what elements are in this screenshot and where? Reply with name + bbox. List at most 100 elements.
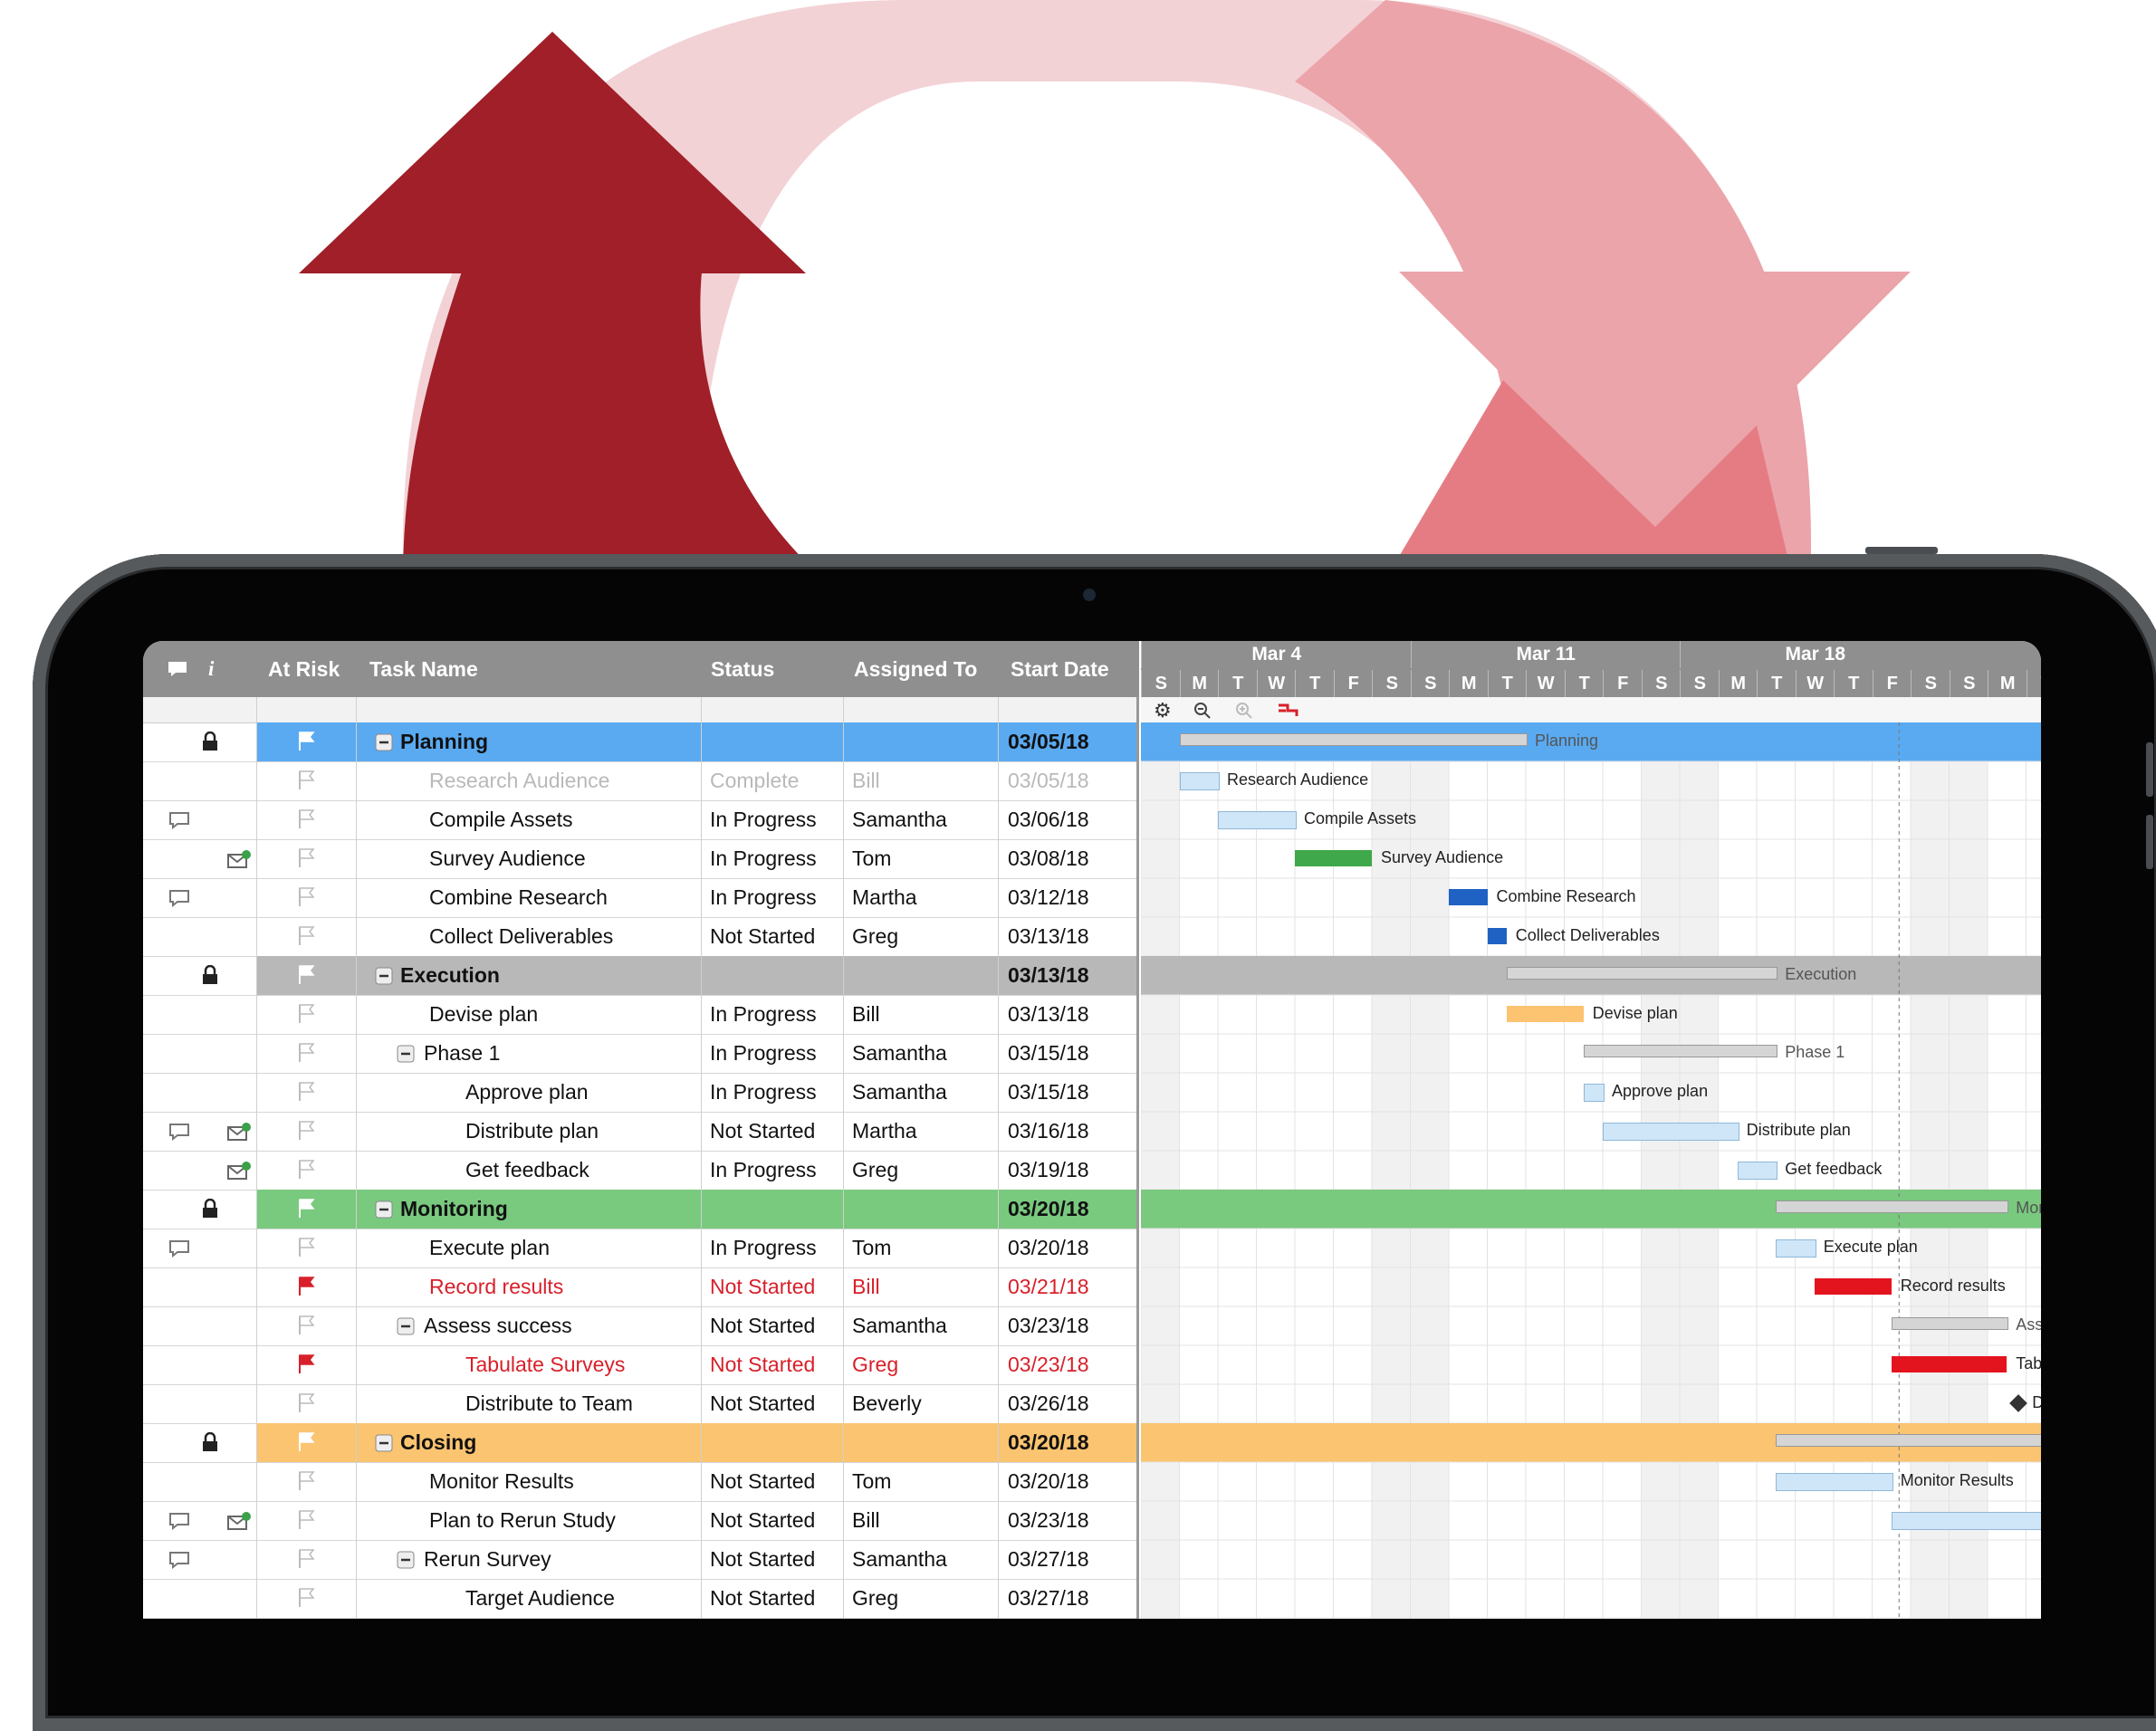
- zoom-out-icon[interactable]: [1193, 702, 1212, 720]
- status-cell[interactable]: In Progress: [710, 1229, 817, 1267]
- flag-icon[interactable]: [297, 1579, 317, 1618]
- gantt-bar[interactable]: [1814, 1278, 1892, 1295]
- flag-icon[interactable]: [297, 956, 317, 995]
- task-name-cell[interactable]: Distribute plan: [465, 1112, 599, 1151]
- task-row[interactable]: Collect Deliverables Not Started Greg 03/13…: [143, 917, 1139, 957]
- start-date-cell[interactable]: 03/13/18: [1008, 956, 1089, 995]
- flag-icon[interactable]: [297, 1306, 317, 1345]
- task-row[interactable]: Record results Not Started Bill 03/21/18: [143, 1267, 1139, 1307]
- flag-icon[interactable]: [297, 1462, 317, 1501]
- assigned-to-cell[interactable]: Bill: [852, 1501, 880, 1540]
- status-cell[interactable]: Not Started: [710, 917, 815, 956]
- flag-icon[interactable]: [297, 800, 317, 839]
- start-date-cell[interactable]: 03/15/18: [1008, 1073, 1089, 1112]
- assigned-to-cell[interactable]: Martha: [852, 1112, 917, 1151]
- phase-row[interactable]: Execution 03/13/18: [143, 956, 1139, 996]
- assigned-to-cell[interactable]: Samantha: [852, 1034, 947, 1073]
- assigned-to-cell[interactable]: Samantha: [852, 800, 947, 839]
- critical-path-icon[interactable]: [1277, 702, 1300, 720]
- flag-icon[interactable]: [297, 1501, 317, 1540]
- phase-row[interactable]: Planning 03/05/18: [143, 722, 1139, 762]
- task-name-cell[interactable]: Research Audience: [429, 761, 609, 800]
- task-row[interactable]: Approve plan In Progress Samantha 03/15/18: [143, 1073, 1139, 1113]
- collapse-toggle[interactable]: [397, 1306, 415, 1345]
- task-row[interactable]: Research Audience Complete Bill 03/05/18: [143, 761, 1139, 801]
- gantt-bar[interactable]: [1603, 1123, 1739, 1141]
- gantt-bar[interactable]: [1295, 850, 1372, 866]
- flag-icon[interactable]: [297, 839, 317, 878]
- gantt-bar[interactable]: [1487, 928, 1507, 944]
- column-header-status[interactable]: Status: [711, 641, 774, 697]
- email-icon[interactable]: [226, 1151, 252, 1190]
- column-header-at-risk[interactable]: At Risk: [268, 641, 340, 697]
- task-name-cell[interactable]: Phase 1: [424, 1034, 500, 1073]
- task-row[interactable]: Execute plan In Progress Tom 03/20/18: [143, 1229, 1139, 1268]
- flag-icon[interactable]: [297, 917, 317, 956]
- status-cell[interactable]: In Progress: [710, 995, 817, 1034]
- status-cell[interactable]: In Progress: [710, 1073, 817, 1112]
- start-date-cell[interactable]: 03/27/18: [1008, 1540, 1089, 1579]
- task-name-cell[interactable]: Execute plan: [429, 1229, 550, 1267]
- flag-icon[interactable]: [297, 1229, 317, 1267]
- gantt-bar[interactable]: [1891, 1317, 2009, 1330]
- flag-icon[interactable]: [297, 761, 317, 800]
- assigned-to-cell[interactable]: Greg: [852, 1579, 898, 1618]
- gantt-bar[interactable]: [1179, 772, 1220, 790]
- gantt-bar[interactable]: [1776, 1434, 2041, 1447]
- grid-gantt-splitter[interactable]: [1136, 697, 1139, 1619]
- flag-icon[interactable]: [297, 1034, 317, 1073]
- task-name-cell[interactable]: Combine Research: [429, 878, 608, 917]
- task-name-cell[interactable]: Devise plan: [429, 995, 538, 1034]
- status-cell[interactable]: Not Started: [710, 1345, 815, 1384]
- flag-icon[interactable]: [297, 1345, 317, 1384]
- task-name-cell[interactable]: Collect Deliverables: [429, 917, 613, 956]
- gantt-bar[interactable]: [1506, 1006, 1584, 1022]
- status-cell[interactable]: Not Started: [710, 1267, 815, 1306]
- gantt-bar[interactable]: [1776, 1473, 1893, 1491]
- task-name-cell[interactable]: Monitor Results: [429, 1462, 574, 1501]
- assigned-to-cell[interactable]: Beverly: [852, 1384, 922, 1423]
- gantt-bar[interactable]: [1776, 1200, 2009, 1213]
- status-cell[interactable]: In Progress: [710, 800, 817, 839]
- start-date-cell[interactable]: 03/12/18: [1008, 878, 1089, 917]
- task-name-cell[interactable]: Monitoring: [400, 1190, 508, 1229]
- flag-icon[interactable]: [297, 1423, 317, 1462]
- flag-icon[interactable]: [297, 878, 317, 917]
- start-date-cell[interactable]: 03/20/18: [1008, 1229, 1089, 1267]
- task-row[interactable]: Monitor Results Not Started Tom 03/20/18: [143, 1462, 1139, 1502]
- task-name-cell[interactable]: Approve plan: [465, 1073, 589, 1112]
- flag-icon[interactable]: [297, 1267, 317, 1306]
- assigned-to-cell[interactable]: Greg: [852, 1345, 898, 1384]
- status-cell[interactable]: Not Started: [710, 1384, 815, 1423]
- assigned-to-cell[interactable]: Bill: [852, 761, 880, 800]
- collapse-toggle[interactable]: [375, 722, 393, 761]
- task-row[interactable]: Distribute to Team Not Started Beverly 03/2…: [143, 1384, 1139, 1424]
- gantt-bar[interactable]: [1218, 811, 1297, 829]
- start-date-cell[interactable]: 03/05/18: [1008, 761, 1089, 800]
- task-name-cell[interactable]: Rerun Survey: [424, 1540, 551, 1579]
- assigned-to-cell[interactable]: Tom: [852, 839, 891, 878]
- status-cell[interactable]: In Progress: [710, 1034, 817, 1073]
- start-date-cell[interactable]: 03/05/18: [1008, 722, 1089, 761]
- flag-icon[interactable]: [297, 1073, 317, 1112]
- gantt-bar[interactable]: [1506, 967, 1778, 980]
- task-name-cell[interactable]: Closing: [400, 1423, 476, 1462]
- task-row[interactable]: Plan to Rerun Study Not Started Bill 03/23/…: [143, 1501, 1139, 1541]
- task-name-cell[interactable]: Planning: [400, 722, 488, 761]
- phase-row[interactable]: Closing 03/20/18: [143, 1423, 1139, 1463]
- assigned-to-cell[interactable]: Bill: [852, 1267, 880, 1306]
- task-row[interactable]: Devise plan In Progress Bill 03/13/18: [143, 995, 1139, 1035]
- task-row[interactable]: Rerun Survey Not Started Samantha 03/27/18: [143, 1540, 1139, 1580]
- task-row[interactable]: Distribute plan Not Started Martha 03/16/18: [143, 1112, 1139, 1152]
- comment-icon[interactable]: [167, 641, 188, 697]
- status-cell[interactable]: Not Started: [710, 1306, 815, 1345]
- task-name-cell[interactable]: Get feedback: [465, 1151, 589, 1190]
- collapse-toggle[interactable]: [375, 1423, 393, 1462]
- start-date-cell[interactable]: 03/26/18: [1008, 1384, 1089, 1423]
- assigned-to-cell[interactable]: Greg: [852, 917, 898, 956]
- start-date-cell[interactable]: 03/06/18: [1008, 800, 1089, 839]
- task-row[interactable]: Assess success Not Started Samantha 03/23/1…: [143, 1306, 1139, 1346]
- email-icon[interactable]: [226, 1501, 252, 1540]
- lock-icon[interactable]: [201, 722, 219, 761]
- gantt-bar[interactable]: [1583, 1084, 1605, 1102]
